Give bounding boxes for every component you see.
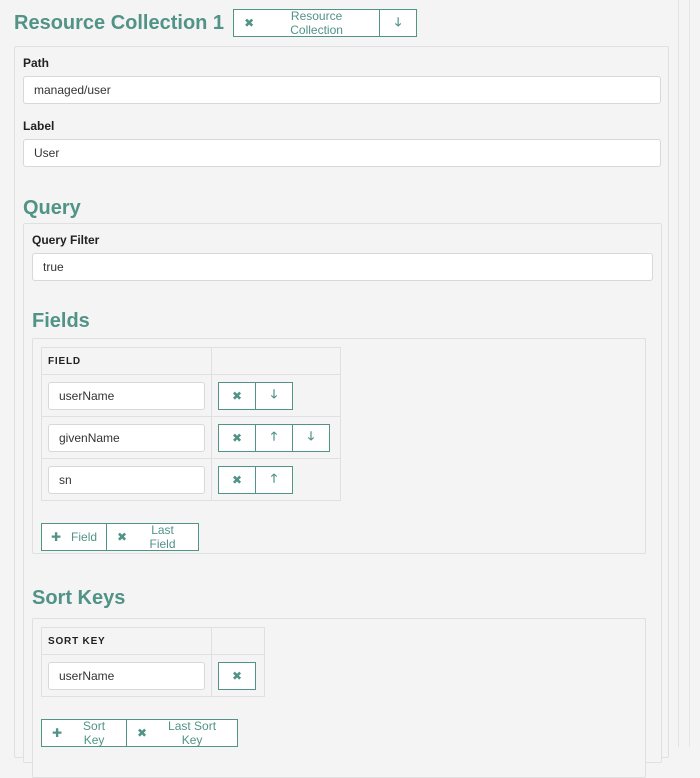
right-scroll-gutter <box>678 0 700 747</box>
remove-icon: ✖ <box>137 726 148 740</box>
sort-key-column-header: SORT KEY <box>41 627 212 655</box>
page-title: Resource Collection 1 <box>14 11 225 34</box>
query-filter-label: Query Filter <box>32 233 100 247</box>
row-actions: ✖ 🡑 🡓 <box>218 423 330 452</box>
move-down-collection-button[interactable]: 🡓 <box>379 9 418 37</box>
remove-field-button[interactable]: ✖ <box>218 423 256 452</box>
plus-icon: ✚ <box>52 726 63 740</box>
collection-panel: Path managed/user Label User Query Query… <box>14 46 669 778</box>
arrow-down-icon: 🡓 <box>394 14 402 29</box>
move-down-field-button[interactable]: 🡓 <box>292 423 330 452</box>
remove-icon: ✖ <box>231 430 243 445</box>
fields-panel: FIELD userName ✖ 🡓 givenName ✖ 🡑 🡓 sn ✖ … <box>32 338 646 554</box>
remove-resource-collection-label: Resource Collection <box>290 9 343 37</box>
sort-keys-table: SORT KEY userName ✖ <box>41 627 265 697</box>
remove-icon: ✖ <box>117 530 128 544</box>
path-label: Path <box>23 56 50 70</box>
table-row: userName ✖ <box>41 654 265 697</box>
add-sort-key-button[interactable]: ✚ Sort Key <box>41 719 127 747</box>
remove-last-sort-key-button[interactable]: ✖ Last Sort Key <box>126 719 238 747</box>
remove-last-sort-key-label: Last Sort Key <box>168 719 217 747</box>
fields-header-row: FIELD <box>41 347 341 375</box>
remove-field-button[interactable]: ✖ <box>218 381 256 410</box>
field-column-header: FIELD <box>41 347 212 375</box>
arrow-down-icon: 🡓 <box>307 429 315 443</box>
label-label: Label <box>23 119 55 133</box>
add-field-button[interactable]: ✚ Field <box>41 523 107 551</box>
collection-button-group: ✖ Resource Collection 🡓 <box>233 9 418 37</box>
remove-icon: ✖ <box>244 16 255 30</box>
fields-table: FIELD userName ✖ 🡓 givenName ✖ 🡑 🡓 sn ✖ … <box>41 347 341 501</box>
remove-icon: ✖ <box>231 668 243 683</box>
arrow-up-icon: 🡑 <box>270 429 278 443</box>
field-input[interactable]: givenName <box>48 423 205 452</box>
remove-sort-key-button[interactable]: ✖ <box>218 661 256 690</box>
fields-footer-buttons: ✚ Field ✖ Last Field <box>41 523 199 551</box>
remove-icon: ✖ <box>231 388 243 403</box>
sort-key-input[interactable]: userName <box>48 661 205 690</box>
title-row: Resource Collection 1 ✖ Resource Collect… <box>14 8 678 38</box>
label-input[interactable]: User <box>23 139 661 167</box>
remove-last-field-label: Last Field <box>149 523 176 551</box>
remove-field-button[interactable]: ✖ <box>218 465 256 494</box>
fields-title: Fields <box>32 310 90 332</box>
table-row: givenName ✖ 🡑 🡓 <box>41 416 341 459</box>
add-sort-key-label: Sort Key <box>83 719 106 747</box>
sort-keys-title: Sort Keys <box>32 587 126 609</box>
field-input[interactable]: userName <box>48 381 205 410</box>
remove-resource-collection-button[interactable]: ✖ Resource Collection <box>233 9 381 37</box>
page: Resource Collection 1 ✖ Resource Collect… <box>0 0 678 778</box>
path-input[interactable]: managed/user <box>23 76 661 104</box>
move-up-field-button[interactable]: 🡑 <box>255 465 293 494</box>
remove-last-field-button[interactable]: ✖ Last Field <box>106 523 199 551</box>
move-up-field-button[interactable]: 🡑 <box>255 423 293 452</box>
field-actions-header <box>211 347 341 375</box>
add-field-label: Field <box>71 530 98 544</box>
table-row: userName ✖ 🡓 <box>41 374 341 417</box>
gutter-line <box>689 0 690 747</box>
sort-keys-footer-buttons: ✚ Sort Key ✖ Last Sort Key <box>41 719 238 747</box>
remove-icon: ✖ <box>231 472 243 487</box>
sort-keys-panel: SORT KEY userName ✖ ✚ Sort Key ✖ Last So… <box>32 618 646 778</box>
table-row: sn ✖ 🡑 <box>41 458 341 501</box>
arrow-up-icon: 🡑 <box>270 471 278 485</box>
sort-key-actions-header <box>211 627 265 655</box>
move-down-field-button[interactable]: 🡓 <box>255 381 293 410</box>
sort-keys-header-row: SORT KEY <box>41 627 265 655</box>
field-input[interactable]: sn <box>48 465 205 494</box>
query-title: Query <box>23 197 81 219</box>
arrow-down-icon: 🡓 <box>270 387 278 401</box>
row-actions: ✖ 🡑 <box>218 465 293 494</box>
plus-icon: ✚ <box>50 530 62 544</box>
row-actions: ✖ 🡓 <box>218 381 293 410</box>
query-panel: Query Filter true Fields FIELD userName <box>23 223 662 778</box>
query-filter-input[interactable]: true <box>32 253 653 281</box>
